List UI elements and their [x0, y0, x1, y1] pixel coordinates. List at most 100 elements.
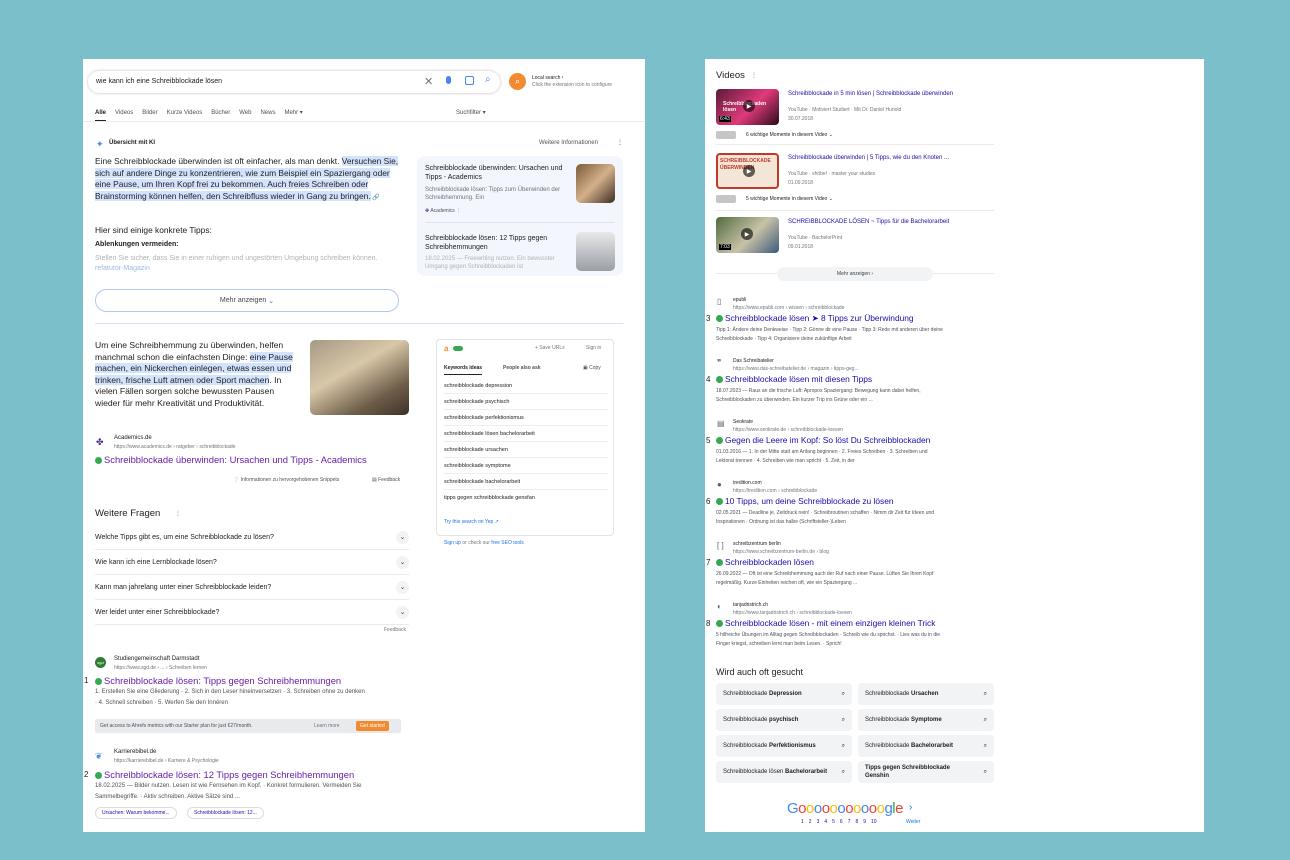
page-number-link[interactable]: 2 [809, 819, 812, 825]
paa-info-icon[interactable]: ⋮ [175, 510, 181, 517]
videos-info-icon[interactable]: ⋮ [751, 72, 757, 79]
keyword-item[interactable]: schreibblockade ursachen [444, 442, 608, 458]
sign-in-link[interactable]: Sign in [586, 345, 601, 351]
keyword-item[interactable]: schreibblockade symptome [444, 458, 608, 474]
result-title-link[interactable]: 10 Tipps, um deine Schreibblockade zu lö… [716, 496, 894, 506]
page-number-link[interactable]: 1 [801, 819, 804, 825]
source-card-2-title[interactable]: Schreibblockade lösen: 12 Tipps gegen Sc… [425, 234, 567, 252]
page-number-link[interactable]: 10 [871, 819, 877, 825]
search-icon[interactable]: ⌕ [485, 74, 491, 85]
ai-show-more-button[interactable]: Mehr anzeigen ⌄ [95, 289, 399, 312]
paa-feedback-link[interactable]: Feedback [384, 627, 406, 633]
paa-question[interactable]: Wie kann ich eine Lernblockade lösen? ⌄ [95, 550, 409, 575]
keyword-item[interactable]: schreibblockade lösen bachelorarbeit [444, 426, 608, 442]
related-search-chip[interactable]: Schreibblockade Bachelorarbeit ⌕ [858, 735, 994, 757]
related-search-chip[interactable]: Schreibblockade psychisch ⌕ [716, 709, 852, 731]
video-thumbnail[interactable]: SCHREIBBLOCKADE ÜBERWINDEN ▶ [716, 153, 779, 189]
more-options-icon[interactable]: ⋮ [617, 139, 623, 146]
keyword-item[interactable]: schreibblockade psychisch [444, 394, 608, 410]
clear-icon[interactable]: ✕ [424, 75, 433, 88]
search-input[interactable]: wie kann ich eine Schreibblockade lösen [96, 78, 222, 85]
keyword-item[interactable]: schreibblockade depression [444, 378, 608, 394]
chevron-down-icon: ⌄ [396, 555, 409, 569]
result-title-link[interactable]: Schreibblockade lösen - mit einem einzig… [716, 618, 935, 628]
page-number-link[interactable]: 3 [817, 819, 820, 825]
tab-videos[interactable]: Videos [115, 110, 133, 116]
extension-search-icon[interactable]: ⌕ [509, 73, 526, 90]
tab-more[interactable]: Mehr ▾ [284, 110, 302, 116]
link-icon[interactable]: 🔗 [371, 195, 379, 201]
ahrefs-get-started-button[interactable]: Get started [356, 721, 389, 731]
search-tools-button[interactable]: Suchfilter ▾ [456, 109, 486, 116]
paa-question[interactable]: Wer leidet unter einer Schreibblockade? ⌄ [95, 600, 409, 625]
video-moments-toggle[interactable]: 6 wichtige Momente in diesem Video ⌄ [746, 132, 833, 138]
try-yep-link[interactable]: Try this search on Yep ↗ [444, 519, 499, 525]
video-thumbnail[interactable]: ▶ 7:03 [716, 217, 779, 253]
snippet-feedback-link[interactable]: ▤ Feedback [372, 477, 400, 483]
save-urls-button[interactable]: + Save URLs [535, 345, 565, 351]
video-moments-toggle[interactable]: 5 wichtige Momente in diesem Video ⌄ [746, 196, 833, 202]
source-card-1-site: ✤ Academics ⋮ [425, 208, 462, 214]
paa-question[interactable]: Welche Tipps gibt es, um eine Schreibblo… [95, 525, 409, 550]
snippet-title-link[interactable]: Schreibblockade überwinden: Ursachen und… [95, 454, 367, 465]
videos-show-more-button[interactable]: Mehr anzeigen › [777, 267, 933, 281]
result-title-link[interactable]: Schreibblockade lösen: Tipps gegen Schre… [95, 675, 341, 686]
result-title-link[interactable]: Gegen die Leere im Kopf: So löst Du Schr… [716, 435, 930, 445]
page-number-link[interactable]: 8 [855, 819, 858, 825]
video-title[interactable]: Schreibblockade überwinden | 5 Tipps, wi… [788, 155, 949, 161]
source-card-2-thumbnail [576, 232, 615, 271]
related-search-chip[interactable]: Schreibblockade Symptome ⌕ [858, 709, 994, 731]
toggle-switch[interactable] [453, 346, 463, 351]
tab-short-videos[interactable]: Kurze Videos [167, 110, 203, 116]
result-title-link[interactable]: Schreibblockade lösen mit diesen Tipps [716, 374, 872, 384]
related-search-chip[interactable]: Tipps gegen Schreibblockade Genshin ⌕ [858, 761, 994, 783]
ai-subheading: Ablenkungen vermeiden: [95, 241, 179, 248]
microphone-icon[interactable] [446, 76, 451, 84]
video-title-text: Schreibblockade überwinden | 5 Tipps, wi… [788, 155, 949, 161]
source-card-1-title[interactable]: Schreibblockade überwinden: Ursachen und… [425, 164, 567, 182]
tab-news[interactable]: News [260, 110, 275, 116]
result-title-link[interactable]: Schreibblockade lösen: 12 Tipps gegen Sc… [95, 769, 354, 780]
result-title-link[interactable]: Schreibblockade lösen ➤ 8 Tipps zur Über… [716, 313, 914, 323]
chevron-right-icon[interactable]: › [909, 802, 912, 813]
page-number-link[interactable]: 4 [824, 819, 827, 825]
tab-web[interactable]: Web [239, 110, 251, 116]
video-thumbnail[interactable]: Schreibblockaden lösen ▶ 6:43 [716, 89, 779, 125]
page-number-link[interactable]: 5 [832, 819, 835, 825]
page-number-link[interactable]: 7 [848, 819, 851, 825]
ahrefs-learn-more[interactable]: Learn more [314, 723, 340, 729]
seo-tools-link[interactable]: free SEO tools [491, 540, 524, 546]
sitelink-chip[interactable]: Ursachen: Warum bekomme... [95, 807, 177, 819]
video-title[interactable]: SCHREIBBLOCKADE LÖSEN ~ Tipps für die Ba… [788, 219, 949, 225]
search-box[interactable]: wie kann ich eine Schreibblockade lösen … [88, 71, 500, 93]
snippet-info-link[interactable]: ❔ Informationen zu hervorgehobenen Snipp… [233, 477, 339, 483]
tab-images[interactable]: Bilder [142, 110, 157, 116]
next-page-link[interactable]: Weiter [906, 819, 920, 825]
signup-link[interactable]: Sign up [444, 540, 461, 546]
pagination-logo-letter: o [860, 800, 869, 817]
sitelink-chip[interactable]: Schreibblockade lösen: 12... [187, 807, 264, 819]
keyword-item[interactable]: tipps gegen schreibblockade gensfan [444, 490, 608, 506]
keyword-item[interactable]: schreibblockade bachelorarbeit [444, 474, 608, 490]
related-search-chip[interactable]: Schreibblockade Depression ⌕ [716, 683, 852, 705]
page-number-link[interactable]: 6 [840, 819, 843, 825]
pagination-logo-letter: e [895, 800, 903, 817]
keyword-item[interactable]: schreibblockade perfektionismus [444, 410, 608, 426]
tab-books[interactable]: Bücher [211, 110, 230, 116]
page-number-link[interactable]: 9 [863, 819, 866, 825]
paa-question-text: Welche Tipps gibt es, um eine Schreibblo… [95, 533, 274, 541]
ai-faded-source[interactable]: refatutor-Magazin [95, 265, 150, 272]
paa-question[interactable]: Kann man jahrelang unter einer Schreibbl… [95, 575, 409, 600]
copy-button[interactable]: ▣ Copy [583, 365, 601, 371]
related-search-chip[interactable]: Schreibblockade Perfektionismus ⌕ [716, 735, 852, 757]
tab-keyword-ideas[interactable]: Keywords ideas [444, 365, 483, 375]
tab-people-also-ask[interactable]: People also ask [503, 365, 541, 371]
lens-icon[interactable] [465, 76, 474, 85]
signup-line: Sign up or check our free SEO tools [444, 540, 524, 546]
featured-snippet-image[interactable] [310, 340, 409, 415]
video-title[interactable]: Schreibblockade in 5 min lösen | Schreib… [788, 91, 953, 97]
related-search-chip[interactable]: Schreibblockade lösen Bachelorarbeit ⌕ [716, 761, 852, 783]
related-search-chip[interactable]: Schreibblockade Ursachen ⌕ [858, 683, 994, 705]
ai-more-info-link[interactable]: Weitere Informationen [539, 140, 598, 146]
result-title-link[interactable]: Schreibblockaden lösen [716, 557, 814, 567]
